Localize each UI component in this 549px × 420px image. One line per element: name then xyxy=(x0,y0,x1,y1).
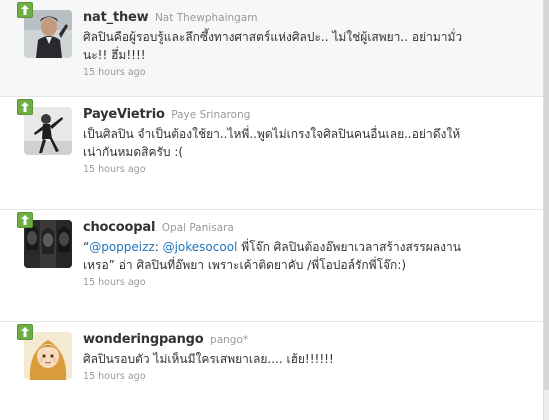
full-name: Opal Panisara xyxy=(161,222,234,234)
timestamp[interactable]: 15 hours ago xyxy=(83,276,533,289)
tweet-item[interactable]: wonderingpango pango* ศิลปินรอบตัว ไม่เห… xyxy=(0,322,543,420)
avatar-container xyxy=(17,324,72,380)
avatar-container xyxy=(17,2,72,58)
tweet-item[interactable]: nat_thew Nat Thewphaingam ศิลปินคือผู้รอ… xyxy=(0,0,543,97)
scrollbar-thumb[interactable] xyxy=(544,0,549,390)
retweet-arrow-icon xyxy=(17,2,33,18)
tweet-text: ศิลปินรอบตัว ไม่เห็นมีใครเสพยาเลย.... เฮ… xyxy=(83,350,533,368)
tweet-header: wonderingpango pango* xyxy=(83,332,533,348)
tweet-text-line: พี่โจ๊ก ศิลปินต้องอ๊พยาเวลาสร้างสรรผลงาน xyxy=(237,240,461,254)
tweet-text-line: เป็นศิลปิน จำเป็นต้องใช้ยา..ไหพี่..พูดไม… xyxy=(83,127,461,141)
tweet-text-line: นะ!! ฮึ่ม!!!! xyxy=(83,48,146,62)
tweet-item[interactable]: PayeVietrio Paye Srinarong เป็นศิลปิน จำ… xyxy=(0,97,543,210)
tweet-text-line: เน่ากันหมดสิครับ :( xyxy=(83,145,184,159)
tweet-text: เป็นศิลปิน จำเป็นต้องใช้ยา..ไหพี่..พูดไม… xyxy=(83,125,533,161)
tweet-header: PayeVietrio Paye Srinarong xyxy=(83,107,533,123)
tweet-item[interactable]: chocoopal Opal Panisara “@poppeizz: @jok… xyxy=(0,210,543,322)
mention-separator: : xyxy=(154,240,163,254)
retweet-arrow-icon xyxy=(17,212,33,228)
tweet-content: nat_thew Nat Thewphaingam ศิลปินคือผู้รอ… xyxy=(83,10,533,79)
timestamp[interactable]: 15 hours ago xyxy=(83,66,533,79)
mention-link[interactable]: @poppeizz xyxy=(89,240,155,254)
tweet-text-line: ศิลปินคือผู้รอบรู้และลึกซึ้งทางศาสตร์แห่… xyxy=(83,30,463,44)
tweet-content: chocoopal Opal Panisara “@poppeizz: @jok… xyxy=(83,220,533,289)
full-name: Nat Thewphaingam xyxy=(154,12,258,24)
avatar-container xyxy=(17,99,72,155)
timestamp[interactable]: 15 hours ago xyxy=(83,370,533,383)
full-name: Paye Srinarong xyxy=(171,109,251,121)
tweet-text: “@poppeizz: @jokesocool พี่โจ๊ก ศิลปินต้… xyxy=(83,238,533,274)
retweet-arrow-icon xyxy=(17,99,33,115)
mention-link[interactable]: @jokesocool xyxy=(163,240,238,254)
avatar-container xyxy=(17,212,72,268)
tweet-header: chocoopal Opal Panisara xyxy=(83,220,533,236)
retweet-arrow-icon xyxy=(17,324,33,340)
tweet-text: ศิลปินคือผู้รอบรู้และลึกซึ้งทางศาสตร์แห่… xyxy=(83,28,533,64)
screen-name[interactable]: chocoopal xyxy=(83,220,155,235)
scrollbar[interactable] xyxy=(543,0,549,420)
screen-name[interactable]: nat_thew xyxy=(83,10,149,25)
tweet-content: wonderingpango pango* ศิลปินรอบตัว ไม่เห… xyxy=(83,332,533,383)
screen-name[interactable]: PayeVietrio xyxy=(83,107,165,122)
tweet-content: PayeVietrio Paye Srinarong เป็นศิลปิน จำ… xyxy=(83,107,533,176)
timeline: nat_thew Nat Thewphaingam ศิลปินคือผู้รอ… xyxy=(0,0,549,420)
tweet-header: nat_thew Nat Thewphaingam xyxy=(83,10,533,26)
full-name: pango* xyxy=(210,334,249,346)
tweet-text-line: เหรอ” อ่า ศิลปินที่อ๊พยา เพราะเค้าติดยาค… xyxy=(83,258,407,272)
tweet-text-line: ศิลปินรอบตัว ไม่เห็นมีใครเสพยาเลย.... เฮ… xyxy=(83,352,334,366)
screen-name[interactable]: wonderingpango xyxy=(83,332,204,347)
timestamp[interactable]: 15 hours ago xyxy=(83,163,533,176)
